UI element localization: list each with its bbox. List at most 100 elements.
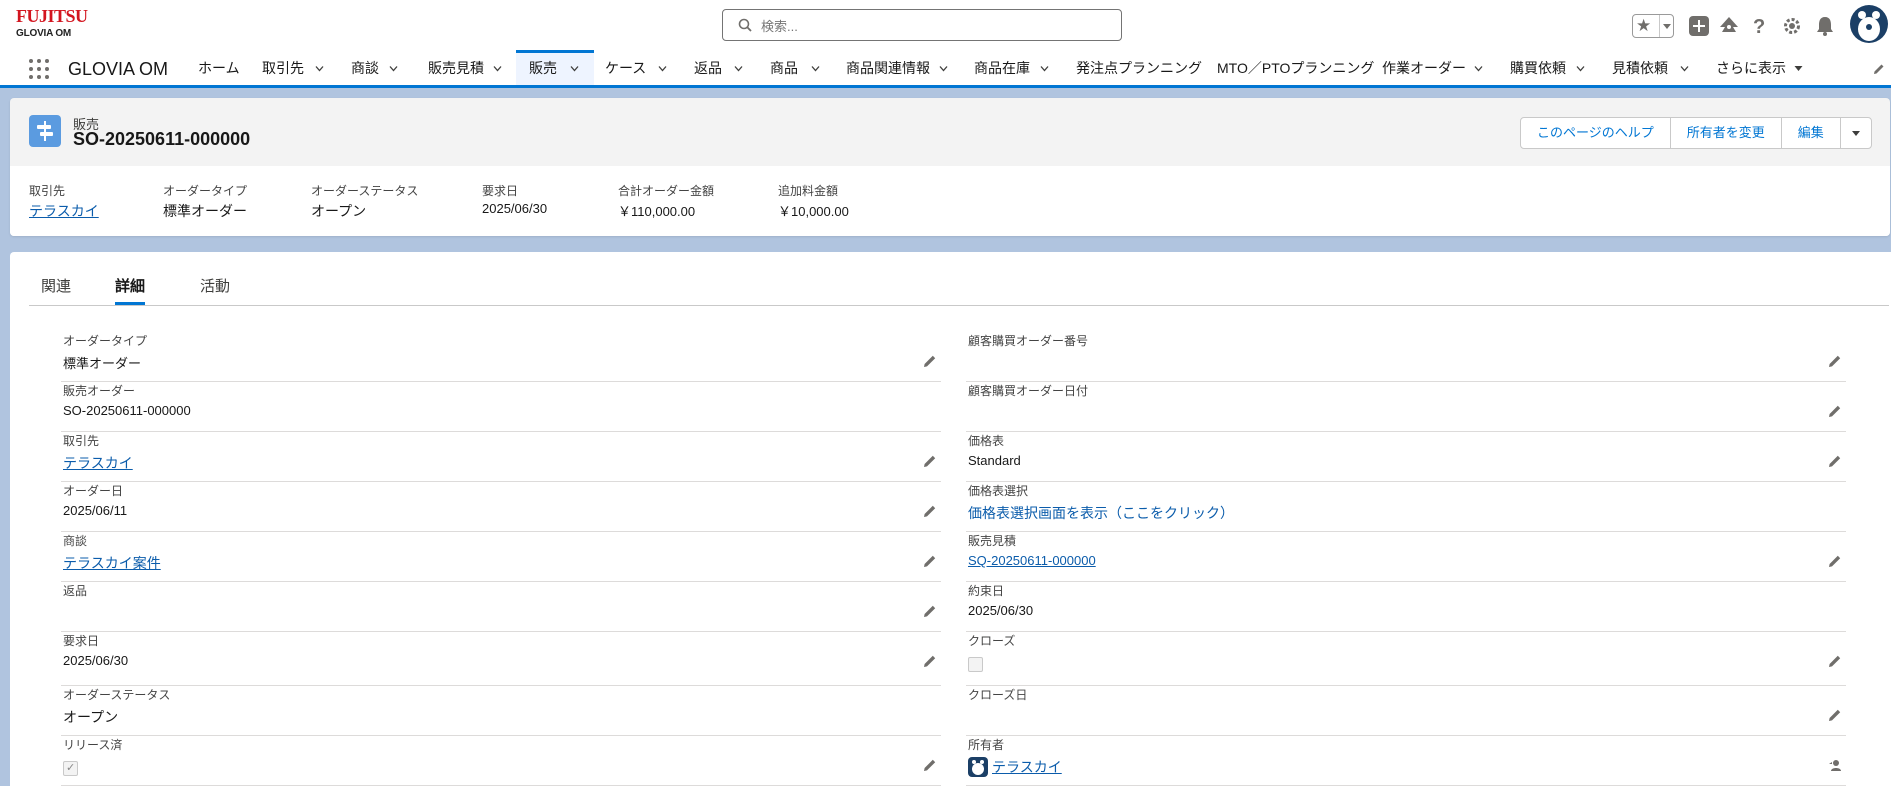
pencil-icon[interactable] [923,454,937,468]
nav-item-more[interactable]: さらに表示 [1716,50,1786,85]
opportunity-link[interactable]: テラスカイ案件 [63,553,161,573]
nav-item-product-info[interactable]: 商品関連情報 [846,50,930,85]
chevron-down-icon[interactable] [811,64,820,73]
nav-item-product-inventory[interactable]: 商品在庫 [974,50,1030,85]
trailhead-icon[interactable] [1718,15,1740,37]
nav-item-returns[interactable]: 返品 [694,50,722,85]
nav-item-reorder-planning[interactable]: 発注点プランニング [1076,50,1202,85]
nav-item-accounts[interactable]: 取引先 [262,50,304,85]
change-owner-button[interactable]: 所有者を変更 [1671,118,1782,148]
nav-item-sales[interactable]: 販売 [516,50,594,85]
field-label: 約束日 [968,584,1005,598]
pencil-icon[interactable] [1828,654,1842,668]
help-icon[interactable]: ? [1751,15,1767,37]
highlight-order-type: オーダータイプ 標準オーダー [163,182,247,221]
help-page-button[interactable]: このページのヘルプ [1521,118,1671,148]
star-icon: ★ [1636,16,1652,35]
fujitsu-logo[interactable]: FUJITSU GLOVIA OM [16,7,88,45]
highlight-additional-charge: 追加料金額 ￥10,000.00 [778,182,849,220]
favorites-dropdown[interactable] [1659,15,1674,37]
chevron-down-icon[interactable] [493,64,502,73]
pencil-icon[interactable] [923,504,937,518]
pencil-icon[interactable] [1828,404,1842,418]
pencil-icon[interactable] [923,554,937,568]
pencil-icon[interactable] [1828,708,1842,722]
field-label: 顧客購買オーダー番号 [968,334,1089,348]
pencil-icon[interactable] [1828,454,1842,468]
field-price-book: 価格表 Standard [966,432,1846,482]
highlight-value: ￥10,000.00 [778,204,849,219]
pencil-icon[interactable] [1828,554,1842,568]
pencil-icon[interactable] [923,604,937,618]
tab-activity[interactable]: 活動 [200,275,230,305]
field-released: リリース済 [61,736,941,786]
chevron-down-icon[interactable] [734,64,743,73]
highlight-label: オーダータイプ [163,184,248,198]
field-value: SO-20250611-000000 [63,403,191,418]
avatar-icon [1858,11,1880,41]
global-search[interactable] [722,9,1122,41]
field-label: 取引先 [63,434,100,448]
search-input[interactable] [761,16,1101,36]
gear-icon[interactable] [1782,16,1802,36]
search-icon [738,18,752,32]
caret-down-icon[interactable] [1794,64,1803,73]
tab-details[interactable]: 詳細 [115,275,146,305]
nav-item-opportunities[interactable]: 商談 [351,50,379,85]
pencil-icon[interactable] [923,654,937,668]
field-return: 返品 [61,582,941,632]
nav-item-home[interactable]: ホーム [198,50,240,85]
nav-item-work-orders[interactable]: 作業オーダー [1382,50,1466,85]
highlight-value: オープン [311,203,367,219]
highlight-label: オーダーステータス [311,184,419,198]
chevron-down-icon[interactable] [1680,64,1689,73]
change-owner-icon[interactable] [1828,758,1842,772]
field-label: クローズ [968,634,1016,648]
more-actions-button[interactable] [1841,118,1871,148]
chevron-down-icon[interactable] [315,64,324,73]
field-label: 販売オーダー [63,384,136,398]
edit-button[interactable]: 編集 [1782,118,1841,148]
nav-item-sales-quotes[interactable]: 販売見積 [428,50,484,85]
chevron-down-icon[interactable] [1474,64,1483,73]
nav-item-mto-pto-planning[interactable]: MTO／PTOプランニング [1217,50,1374,85]
chevron-down-icon[interactable] [1040,64,1049,73]
edit-nav-icon[interactable] [1873,63,1885,75]
field-sales-order: 販売オーダー SO-20250611-000000 [61,382,941,432]
tab-related[interactable]: 関連 [41,275,71,305]
nav-item-products[interactable]: 商品 [770,50,798,85]
nav-item-cases[interactable]: ケース [605,50,646,85]
chevron-down-icon[interactable] [389,64,398,73]
nav-item-purchase-requests[interactable]: 購買依頼 [1510,50,1566,85]
pencil-icon[interactable] [923,758,937,772]
field-value: 2025/06/11 [63,503,128,518]
record-tabs: 関連 詳細 活動 [29,252,1889,306]
price-book-select-link[interactable]: 価格表選択画面を表示（ここをクリック） [968,503,1234,523]
highlight-value: 2025/06/30 [482,201,548,216]
field-order-type: オーダータイプ 標準オーダー [61,332,941,382]
field-label: 要求日 [63,634,100,648]
chevron-down-icon[interactable] [570,64,579,73]
chevron-down-icon[interactable] [658,64,667,73]
field-label: オーダータイプ [63,334,148,348]
caret-down-icon [1663,24,1671,29]
chevron-down-icon[interactable] [939,64,948,73]
pencil-icon[interactable] [923,354,937,368]
nav-item-rfq[interactable]: 見積依頼 [1612,50,1668,85]
app-launcher-icon[interactable] [29,59,51,81]
field-request-date: 要求日 2025/06/30 [61,632,941,686]
global-actions-icon[interactable] [1689,16,1709,36]
owner-link[interactable]: テラスカイ [992,757,1062,777]
user-avatar[interactable] [1850,5,1888,43]
bell-icon[interactable] [1815,15,1835,37]
favorites-button[interactable]: ★ [1632,14,1674,38]
field-promise-date: 約束日 2025/06/30 [966,582,1846,632]
account-link[interactable]: テラスカイ [63,453,133,473]
record-detail-card: 関連 詳細 活動 オーダータイプ 標準オーダー 販売オーダー SO-202506… [10,252,1891,786]
sales-quote-link[interactable]: SQ-20250611-000000 [968,553,1096,568]
field-label: 販売見積 [968,534,1017,548]
chevron-down-icon[interactable] [1576,64,1585,73]
highlight-account-link[interactable]: テラスカイ [29,201,99,221]
pencil-icon[interactable] [1828,354,1842,368]
field-order-date: オーダー日 2025/06/11 [61,482,941,532]
